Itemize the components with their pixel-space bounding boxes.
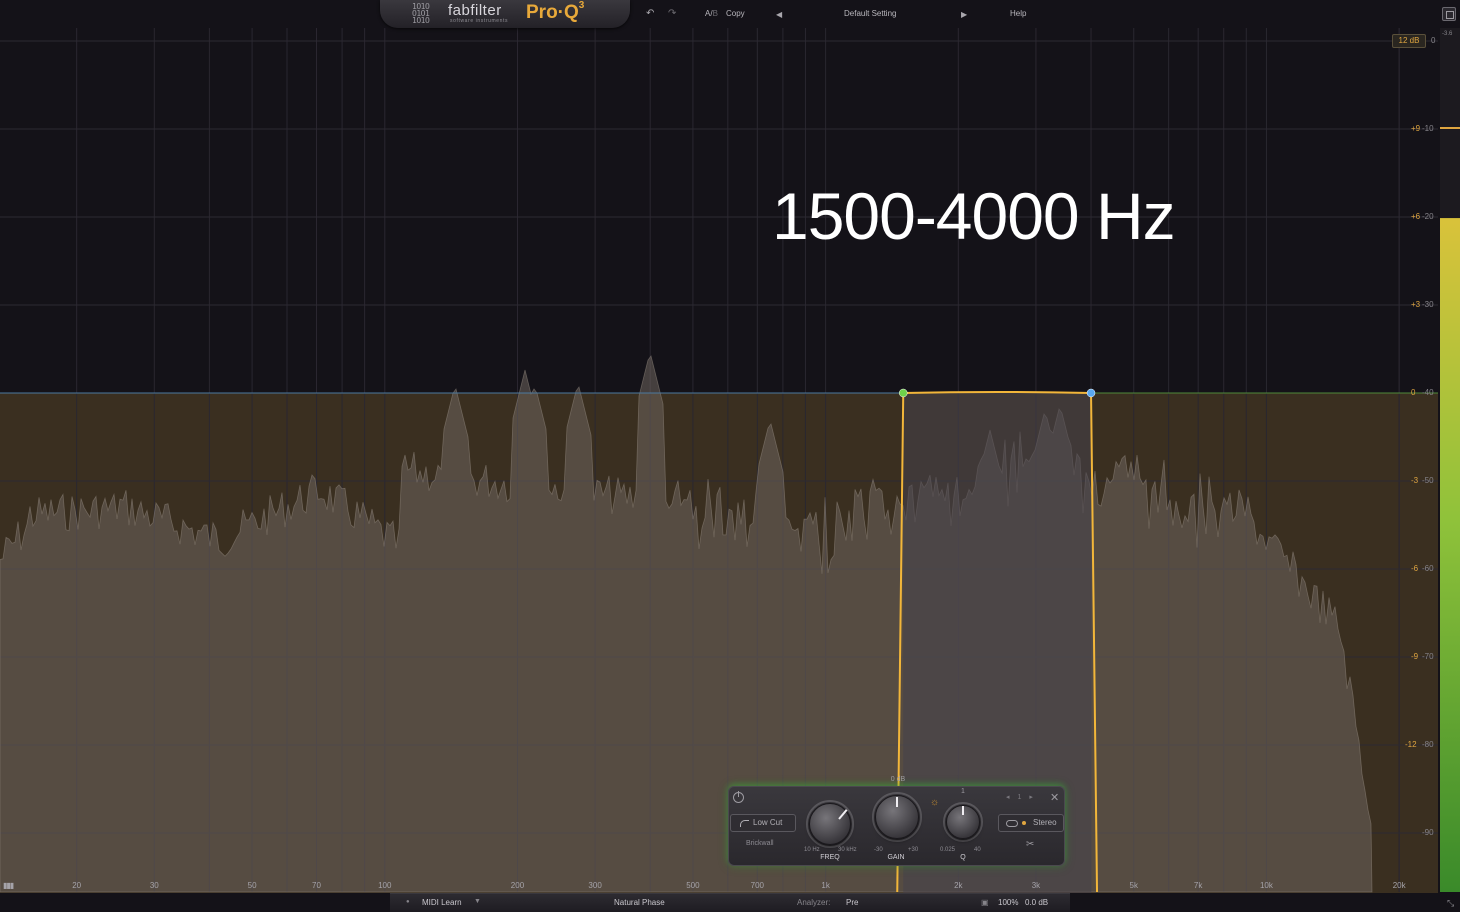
midi-learn-button[interactable]: MIDI Learn [422, 898, 462, 907]
band-index: 1 [1017, 794, 1025, 801]
q-label: Q [960, 854, 966, 861]
midi-dropdown-icon[interactable]: ▼ [474, 898, 481, 905]
snapshot-icon[interactable]: ▣ [981, 898, 989, 907]
frequency-tick-label: 500 [686, 881, 700, 890]
analyzer-tick-label: -10 [1422, 124, 1434, 133]
analyzer-tick-label: -60 [1422, 564, 1434, 573]
frequency-tick-label: 30 [149, 881, 159, 890]
analyzer-tick-label: -90 [1422, 828, 1434, 837]
ab-b-label: B [712, 9, 718, 18]
product-name: Pro·Q3 [526, 0, 585, 24]
gain-knob-indicator [896, 797, 898, 807]
gain-tick-label: -12 [1405, 740, 1417, 749]
frequency-tick-label: 1k [821, 881, 830, 890]
gain-max-label: +30 [908, 847, 919, 853]
frequency-tick-label: 20k [1392, 881, 1406, 890]
help-button[interactable]: Help [1010, 9, 1026, 18]
undo-icon[interactable]: ↶ [646, 8, 654, 19]
product-name-text: Pro·Q [526, 2, 579, 23]
q-knob-indicator [962, 806, 964, 815]
level-meter-peak [1440, 127, 1460, 129]
gain-label: GAIN [887, 854, 905, 861]
dynamic-eq-icon[interactable]: ☼ [930, 797, 939, 808]
frequency-tick-label: 50 [247, 881, 257, 890]
frequency-tick-label: 700 [750, 881, 765, 890]
scissors-icon[interactable]: ✂ [1026, 839, 1034, 850]
zoom-value[interactable]: 100% [998, 898, 1018, 907]
freq-max-label: 30 kHz [838, 847, 857, 853]
analyzer-label: Analyzer: [797, 898, 831, 907]
frequency-range-annotation: 1500-4000 Hz [772, 179, 1176, 253]
slope-selector[interactable]: Brickwall [746, 840, 774, 847]
gain-tick-label: -3 [1411, 476, 1419, 485]
preset-name[interactable]: Default Setting [844, 9, 896, 18]
analyzer-settings-icon[interactable]: ▮▮▮ [3, 881, 14, 890]
q-max-label: 40 [974, 847, 981, 853]
freq-min-label: 10 Hz [804, 847, 820, 853]
copy-button[interactable]: Copy [726, 9, 745, 18]
brand-subtitle: software instruments [450, 18, 509, 24]
freq-label: FREQ [820, 854, 840, 861]
frequency-tick-label: 3k [1031, 881, 1041, 890]
gain-tick-label: +3 [1411, 300, 1421, 309]
eq-display[interactable] [0, 0, 1460, 912]
resize-handle-icon[interactable]: ⤡ [1447, 898, 1454, 909]
output-gain-value[interactable]: 0.0 dB [1025, 898, 1048, 907]
ab-toggle[interactable]: A/B [705, 9, 718, 18]
brand-name: fabfilter [448, 2, 502, 19]
frequency-tick-label: 200 [510, 881, 525, 890]
phase-mode-selector[interactable]: Natural Phase [614, 898, 665, 907]
meter-peak-label: -3.6 [1442, 31, 1453, 37]
bottom-bar [390, 893, 1070, 912]
band-selector[interactable]: ◂ 1 ▸ [1006, 793, 1036, 801]
analyzer-tick-label: -70 [1422, 652, 1434, 661]
gain-min-label: -30 [874, 847, 883, 853]
analyzer-tick-label: -50 [1422, 476, 1434, 485]
frequency-tick-label: 5k [1129, 881, 1138, 890]
ab-a-label: A/ [705, 9, 713, 18]
display-range-button[interactable]: 12 dB [1392, 34, 1426, 48]
level-meter-fill [1440, 218, 1460, 892]
fabfilter-logo-icon: 1O1O O1O1 1O1O [412, 2, 430, 25]
analyzer-tick-label: -30 [1422, 300, 1434, 309]
stereo-indicator [1022, 821, 1026, 825]
gain-tick-label: +6 [1411, 212, 1421, 221]
analyzer-tick-label: 0 [1431, 36, 1436, 45]
gain-tick-label: 0 [1411, 388, 1416, 397]
analyzer-tick-label: -40 [1422, 388, 1434, 397]
analyzer-tick-label: -80 [1422, 740, 1434, 749]
redo-icon[interactable]: ↷ [668, 8, 676, 19]
band-power-icon[interactable] [733, 791, 744, 803]
midi-icon: ● [406, 899, 410, 905]
gain-value-label: 0 dB [890, 776, 906, 783]
close-icon[interactable]: ✕ [1050, 791, 1059, 804]
gain-tick-label: -6 [1411, 564, 1419, 573]
frequency-tick-label: 7k [1193, 881, 1203, 890]
high-cut-node[interactable] [1086, 388, 1096, 398]
frequency-tick-label: 70 [312, 881, 321, 890]
q-value-label: 1 [961, 788, 965, 795]
analyzer-tick-label: -20 [1422, 212, 1434, 221]
frequency-tick-label: 2k [954, 881, 963, 890]
gain-tick-label: +9 [1411, 124, 1421, 133]
frequency-tick-label: 10k [1259, 881, 1273, 890]
frequency-tick-label: 300 [588, 881, 602, 890]
product-version: 3 [578, 0, 585, 11]
preset-next-icon[interactable]: ▶ [961, 10, 967, 19]
top-toolbar: 1O1O O1O1 1O1O fabfilter software instrume… [0, 0, 1460, 28]
analyzer-mode-selector[interactable]: Pre [846, 898, 858, 907]
stereo-link-icon [1006, 820, 1018, 827]
filter-shape-button[interactable]: Low Cut [730, 814, 796, 832]
gain-tick-label: -9 [1411, 652, 1419, 661]
frequency-tick-label: 20 [72, 881, 82, 890]
frequency-tick-label: 100 [378, 881, 392, 890]
low-cut-node[interactable] [898, 388, 908, 398]
q-min-label: 0.025 [940, 847, 956, 853]
preset-prev-icon[interactable]: ◀ [776, 10, 782, 19]
fullscreen-icon[interactable] [1442, 7, 1456, 21]
